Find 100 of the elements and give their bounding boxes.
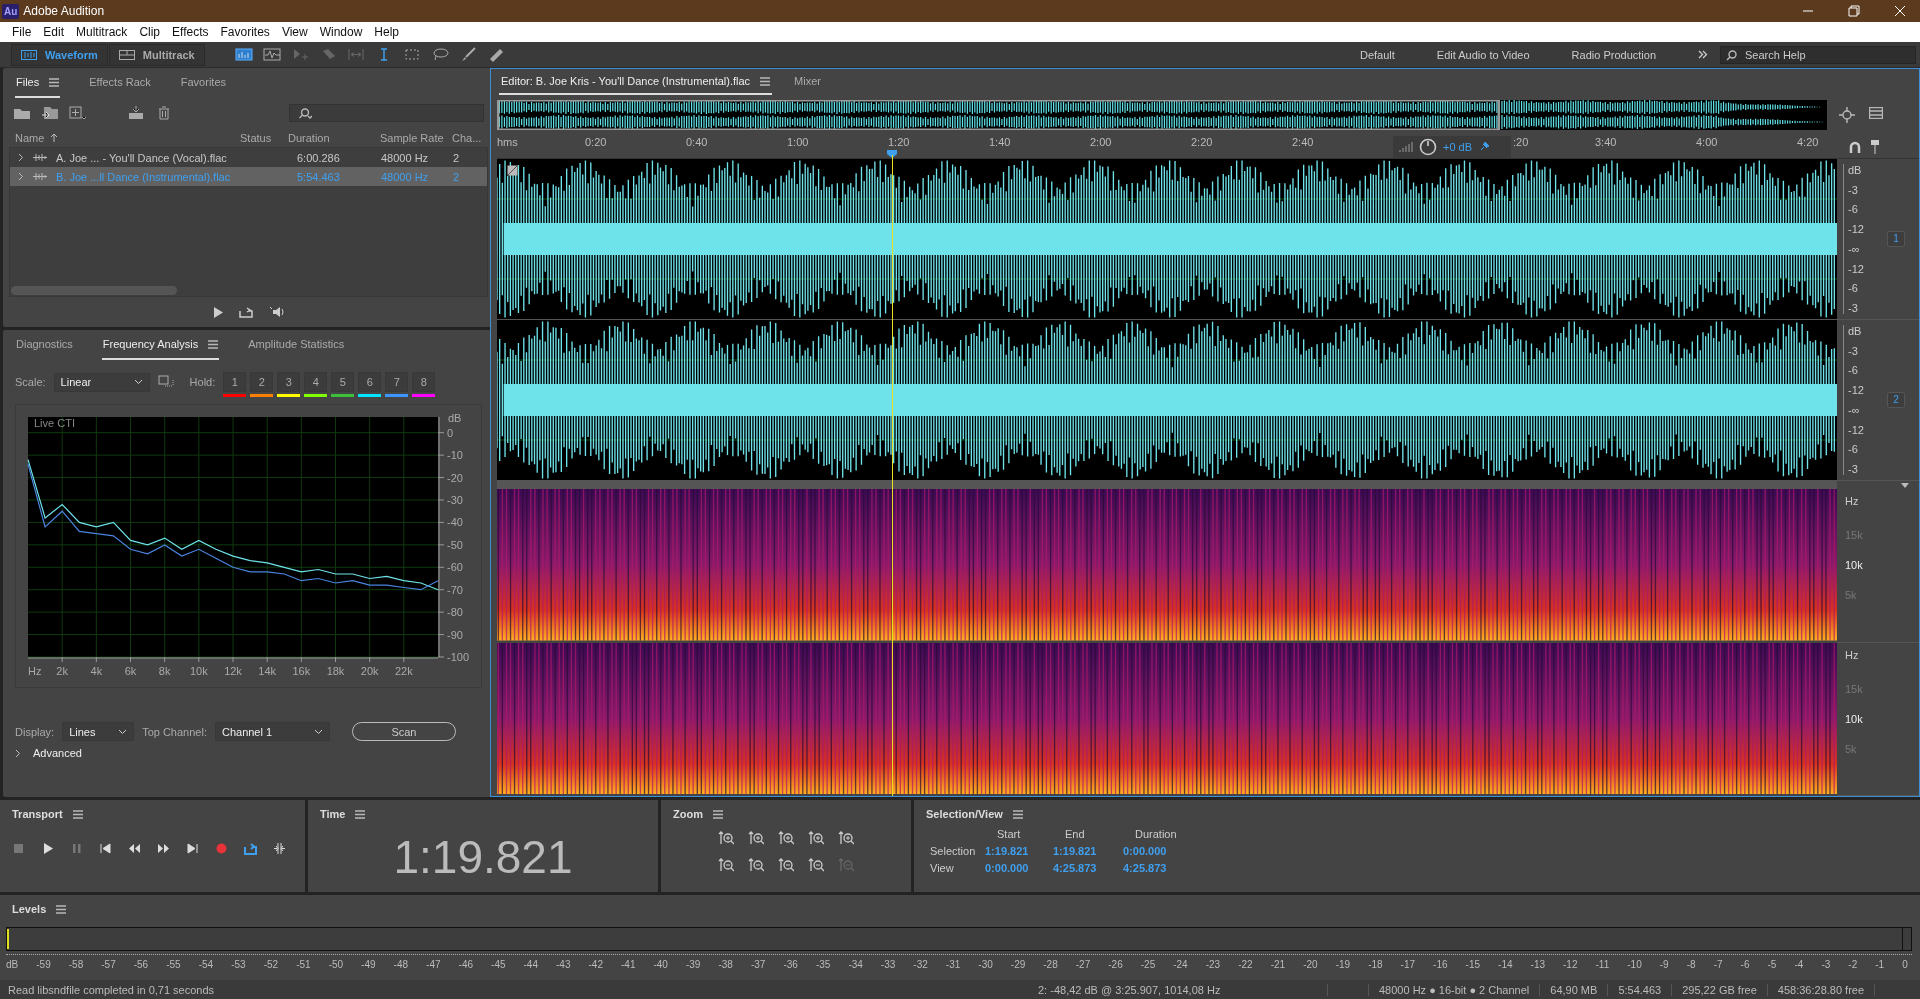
marker-icon[interactable]: [1871, 139, 1879, 154]
hold-button[interactable]: 3: [277, 372, 301, 392]
hold-button[interactable]: 5: [331, 372, 355, 392]
hold-button[interactable]: 8: [412, 372, 436, 392]
menu-item[interactable]: Multitrack: [70, 25, 134, 39]
waveform-display-icon[interactable]: [262, 47, 281, 62]
loop-icon[interactable]: [244, 842, 257, 855]
skip-to-start-icon[interactable]: [99, 842, 112, 855]
volume-control[interactable]: +0 dB: [1393, 136, 1511, 158]
menu-icon[interactable]: [49, 77, 60, 87]
play-icon[interactable]: [41, 842, 54, 855]
trash-icon[interactable]: [157, 106, 171, 120]
zoom-out-amplitude-icon[interactable]: [718, 857, 734, 873]
multitrack-view-button[interactable]: Multitrack: [108, 43, 205, 66]
zoom-all-icon[interactable]: [808, 857, 824, 873]
scale-dropdown[interactable]: Linear: [53, 372, 150, 392]
column-header[interactable]: Sample Rate: [380, 131, 444, 144]
time-value[interactable]: 0:00.000: [985, 862, 1053, 874]
overview-waveform-drawing[interactable]: [497, 100, 1827, 130]
speaker-icon[interactable]: [268, 306, 285, 318]
column-header[interactable]: Name: [15, 131, 45, 144]
scan-button[interactable]: Scan: [351, 722, 456, 741]
chevron-double-icon[interactable]: [1698, 50, 1708, 59]
list-icon[interactable]: [1869, 107, 1883, 119]
menu-item[interactable]: View: [275, 25, 314, 39]
advanced-toggle[interactable]: Advanced: [33, 747, 82, 759]
search-field[interactable]: Search Help: [1720, 45, 1916, 64]
fast-forward-icon[interactable]: [157, 842, 170, 855]
panel-tab[interactable]: Effects Rack: [88, 68, 152, 98]
hold-button[interactable]: 7: [385, 372, 409, 392]
menu-icon[interactable]: [56, 904, 67, 914]
time-value[interactable]: 1:19.821: [985, 845, 1053, 857]
hold-button[interactable]: 6: [358, 372, 382, 392]
scrollbar-thumb[interactable]: [11, 286, 177, 295]
workspace-tab[interactable]: Default: [1360, 48, 1395, 61]
skip-silence-icon[interactable]: [273, 842, 286, 855]
column-header[interactable]: Cha...: [452, 131, 482, 144]
loop-icon[interactable]: [238, 306, 253, 318]
menu-item[interactable]: Clip: [133, 25, 167, 39]
channel-badge[interactable]: 2: [1887, 392, 1905, 408]
play-icon[interactable]: [212, 306, 223, 318]
menu-icon[interactable]: [760, 76, 771, 86]
import-folder-icon[interactable]: [41, 106, 59, 120]
zoom-to-selection-icon[interactable]: [1839, 107, 1855, 123]
time-value[interactable]: 4:25.873: [1123, 862, 1203, 874]
menu-item[interactable]: Favorites: [214, 25, 276, 39]
panel-tab[interactable]: Amplitude Statistics: [247, 330, 346, 360]
chevron-right-icon[interactable]: [18, 153, 24, 162]
spectral-display-icon[interactable]: [234, 47, 253, 62]
pin-icon[interactable]: [1478, 141, 1491, 153]
new-file-icon[interactable]: [69, 106, 87, 120]
magnet-icon[interactable]: [1849, 140, 1861, 153]
zoom-in-playhead-icon[interactable]: [778, 830, 794, 846]
file-row[interactable]: A. Joe ... - You'll Dance (Vocal).flac 6:00.286 48000 Hz 2: [10, 148, 487, 167]
zoom-in-amplitude-icon[interactable]: [718, 830, 734, 846]
column-header[interactable]: Status: [240, 131, 272, 144]
column-header[interactable]: Duration: [288, 131, 330, 144]
time-value[interactable]: 1:19.821: [1053, 845, 1123, 857]
search-field[interactable]: [289, 104, 484, 122]
chevron-right-icon[interactable]: [15, 748, 21, 758]
chevron-right-icon[interactable]: [18, 172, 24, 181]
editor-tab[interactable]: Mixer: [792, 69, 823, 95]
menu-icon[interactable]: [1012, 809, 1023, 819]
panel-tab[interactable]: Frequency Analysis: [101, 330, 220, 360]
menu-icon[interactable]: [208, 339, 219, 349]
time-value[interactable]: 4:25.873: [1053, 862, 1123, 874]
zoom-in-time-icon[interactable]: [748, 830, 764, 846]
collapse-arrow-icon[interactable]: [1901, 482, 1909, 488]
zoom-in-left-icon[interactable]: [778, 857, 794, 873]
menu-icon[interactable]: [355, 809, 366, 819]
menu-icon[interactable]: [72, 809, 83, 819]
display-dropdown[interactable]: Lines: [62, 722, 135, 741]
zoom-selection-icon[interactable]: [808, 830, 824, 846]
editor-tab[interactable]: Editor: B. Joe Kris - You'll Dance (Instrumental).flac: [499, 69, 773, 95]
time-value[interactable]: 0:00.000: [1123, 845, 1203, 857]
hold-button[interactable]: 4: [304, 372, 328, 392]
menu-item[interactable]: Effects: [166, 25, 215, 39]
splitter-handle[interactable]: [497, 481, 1837, 489]
hold-button[interactable]: 2: [250, 372, 274, 392]
menu-item[interactable]: Window: [313, 25, 369, 39]
panel-tab[interactable]: Favorites: [179, 68, 228, 98]
hold-button[interactable]: 1: [223, 372, 247, 392]
panel-tab[interactable]: Diagnostics: [15, 330, 74, 360]
skip-to-end-icon[interactable]: [186, 842, 199, 855]
workspace-tab[interactable]: Radio Production: [1571, 48, 1656, 61]
channel-badge[interactable]: 1: [1887, 231, 1905, 247]
menu-icon[interactable]: [712, 809, 723, 819]
panel-tab[interactable]: Files: [15, 68, 61, 98]
hud-toggle-icon[interactable]: [507, 165, 518, 176]
menu-item[interactable]: Edit: [37, 25, 71, 39]
waveform-view-button[interactable]: Waveform: [11, 43, 108, 66]
menu-item[interactable]: Help: [368, 25, 406, 39]
workspace-tab[interactable]: Edit Audio to Video: [1436, 48, 1530, 61]
zoom-out-full-icon[interactable]: [838, 830, 854, 846]
close-icon[interactable]: [1894, 5, 1906, 17]
restore-icon[interactable]: [1848, 5, 1860, 17]
rewind-icon[interactable]: [128, 842, 141, 855]
menu-item[interactable]: File: [6, 25, 38, 39]
lasso-tool-icon[interactable]: [430, 47, 449, 62]
channel-dropdown[interactable]: Channel 1: [214, 722, 330, 741]
